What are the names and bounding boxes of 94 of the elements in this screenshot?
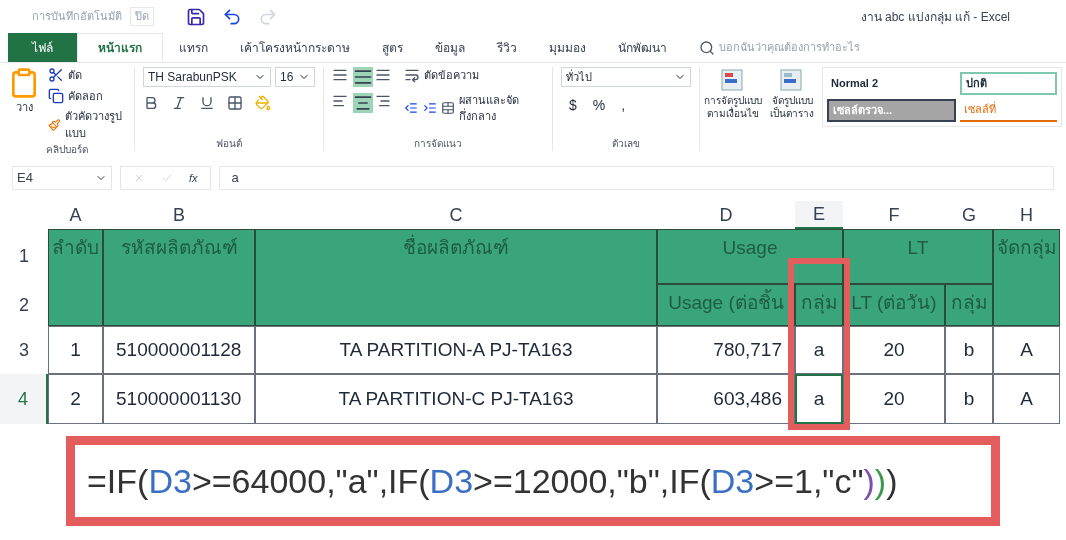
table-cell: 20: [843, 374, 945, 424]
ribbon-tab[interactable]: สูตร: [366, 33, 419, 62]
column-header[interactable]: F: [843, 201, 945, 229]
header-cell: ลำดับ: [48, 229, 103, 326]
format-as-table-button[interactable]: จัดรูปแบบ เป็นตาราง: [770, 67, 814, 151]
ribbon-tab[interactable]: รีวิว: [481, 33, 533, 62]
align-top-icon[interactable]: [332, 67, 348, 83]
autosave-label: การบันทึกอัตโนมัติ: [32, 9, 122, 25]
ribbon-group-label: คลิปบอร์ด: [46, 144, 88, 155]
align-left-icon[interactable]: [332, 93, 348, 109]
ribbon-tab[interactable]: เค้าโครงหน้ากระดาษ: [224, 33, 366, 62]
bold-icon[interactable]: [143, 95, 159, 111]
table-cell: TA PARTITION-A PJ-TA163: [255, 326, 657, 374]
table-cell: 20: [843, 326, 945, 374]
function-button[interactable]: fx: [189, 169, 198, 187]
table-cell: a: [795, 374, 843, 424]
column-header[interactable]: E: [795, 201, 843, 229]
borders-icon[interactable]: [227, 95, 243, 111]
align-middle-icon[interactable]: [353, 67, 374, 87]
row-header[interactable]: 2: [0, 284, 48, 326]
currency-button[interactable]: $: [569, 95, 577, 116]
cell-style-option[interactable]: ปกติ: [959, 72, 1057, 95]
format-painter-button[interactable]: ตัวคัดวางรูปแบบ: [64, 108, 126, 141]
header-cell: LT: [843, 229, 993, 284]
merge-center-button[interactable]: ผสานและจัดกึ่งกลาง: [458, 91, 544, 125]
table-cell: 603,486: [657, 374, 795, 424]
paintbrush-icon[interactable]: [48, 116, 61, 133]
copy-icon[interactable]: [48, 87, 64, 104]
font-size-field[interactable]: 16: [275, 67, 315, 87]
header-cell: กลุ่ม: [945, 284, 993, 326]
cut-button[interactable]: ตัด: [68, 67, 82, 84]
table-cell: 780,717: [657, 326, 795, 374]
column-header[interactable]: H: [993, 201, 1060, 229]
undo-icon[interactable]: [222, 6, 242, 27]
table-cell: b: [945, 374, 993, 424]
table-cell: b: [945, 326, 993, 374]
ribbon-group-label: การจัดแนว: [414, 137, 462, 149]
ribbon-tab[interactable]: ไฟล์: [8, 33, 77, 62]
wrap-text-button[interactable]: ตัดข้อความ: [424, 67, 480, 84]
scissors-icon[interactable]: [48, 67, 64, 84]
table-cell: TA PARTITION-C PJ-TA163: [255, 374, 657, 424]
paste-button[interactable]: วาง: [15, 99, 33, 116]
column-header[interactable]: B: [103, 201, 255, 229]
ribbon-group-label: ตัวเลข: [612, 137, 640, 149]
tell-me-field[interactable]: บอกฉันว่าคุณต้องการทำอะไร: [719, 39, 919, 56]
merge-icon[interactable]: [440, 100, 455, 116]
wrap-text-icon[interactable]: [404, 67, 421, 84]
conditional-format-button[interactable]: การจัดรูปแบบ ตามเงื่อนไข: [704, 67, 762, 151]
comma-button[interactable]: ,: [621, 95, 626, 116]
table-cell: 510000001130: [103, 374, 255, 424]
header-cell: Usage: [657, 229, 843, 284]
table-cell: A: [993, 374, 1060, 424]
table-cell: 2: [48, 374, 103, 424]
formula-text: =IF(D3>=64000,"a",IF(D3>=12000,"b",IF(D3>=1,"c"))): [87, 460, 898, 502]
copy-button[interactable]: คัดลอก: [68, 87, 103, 104]
ribbon-tab[interactable]: หน้าแรก: [77, 33, 163, 62]
italic-icon[interactable]: [171, 95, 187, 111]
column-header[interactable]: D: [657, 201, 795, 229]
font-name-field[interactable]: TH SarabunPSK: [143, 67, 271, 87]
percent-button[interactable]: %: [592, 95, 606, 116]
column-header[interactable]: A: [48, 201, 103, 229]
ribbon-group-label: ฟอนต์: [216, 137, 242, 149]
indent-increase-icon[interactable]: [422, 100, 437, 116]
save-icon[interactable]: [186, 6, 206, 27]
ribbon-tab[interactable]: มุมมอง: [533, 33, 602, 62]
name-box[interactable]: E4: [12, 166, 112, 190]
header-cell: ชื่อผลิตภัณฑ์: [255, 229, 657, 326]
table-cell: 510000001128: [103, 326, 255, 374]
header-cell: จัดกลุ่ม: [993, 229, 1060, 326]
table-cell: 1: [48, 326, 103, 374]
row-header[interactable]: 4: [0, 374, 48, 424]
align-bottom-icon[interactable]: [374, 67, 391, 83]
column-header[interactable]: G: [945, 201, 993, 229]
underline-icon[interactable]: [199, 95, 215, 111]
indent-decrease-icon[interactable]: [404, 100, 419, 116]
number-format-field[interactable]: ทั่วไป: [561, 67, 691, 87]
ribbon-tab[interactable]: นักพัฒนา: [602, 33, 683, 62]
window-title: งาน abc แบ่งกลุ่ม แก้ - Excel: [860, 8, 1010, 26]
table-cell: a: [795, 326, 843, 374]
column-header[interactable]: C: [255, 201, 657, 229]
header-cell: รหัสผลิตภัณฑ์: [103, 229, 255, 326]
row-header[interactable]: 1: [0, 229, 48, 284]
search-icon[interactable]: [699, 39, 715, 56]
row-header[interactable]: 3: [0, 326, 48, 374]
header-cell: Usage (ต่อชิ้น: [657, 284, 795, 326]
align-center-icon[interactable]: [353, 93, 374, 113]
ribbon-tab[interactable]: ข้อมูล: [419, 33, 481, 62]
ribbon-tab[interactable]: แทรก: [163, 33, 224, 62]
table-cell: A: [993, 326, 1060, 374]
header-cell: LT (ต่อวัน): [843, 284, 945, 326]
fill-color-icon[interactable]: [255, 95, 271, 111]
header-cell: กลุ่ม: [795, 284, 843, 326]
formula-field[interactable]: a: [218, 166, 1054, 190]
align-right-icon[interactable]: [374, 93, 391, 109]
